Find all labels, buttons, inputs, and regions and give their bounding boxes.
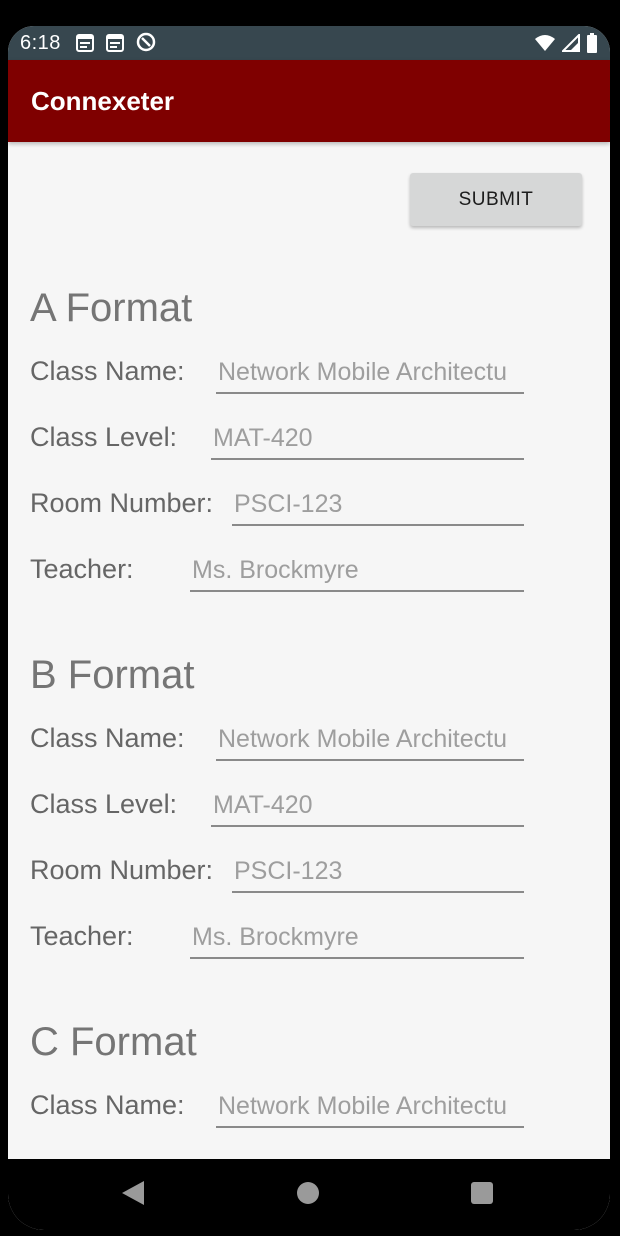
- class-level-placeholder: MAT-420: [213, 424, 313, 452]
- teacher-placeholder: Ms. Brockmyre: [192, 923, 359, 951]
- app-bar: Connexeter: [8, 60, 610, 142]
- room-number-input[interactable]: PSCI-123: [232, 857, 524, 893]
- battery-icon: [586, 33, 598, 59]
- room-number-row: Room Number: PSCI-123: [30, 855, 590, 905]
- section-title: B Format: [30, 653, 195, 697]
- wifi-icon: [534, 34, 556, 58]
- status-bar: 6:18: [8, 26, 610, 60]
- class-name-label: Class Name:: [30, 356, 185, 386]
- class-name-placeholder: Network Mobile Architectu: [218, 725, 508, 753]
- class-name-placeholder: Network Mobile Architectu: [218, 1092, 508, 1120]
- class-name-input[interactable]: Network Mobile Architectu: [216, 358, 524, 394]
- back-icon[interactable]: [122, 1181, 144, 1205]
- notification-icons: [76, 32, 156, 58]
- calendar-icon: [106, 32, 124, 58]
- teacher-label: Teacher:: [30, 921, 134, 951]
- class-level-input[interactable]: MAT-420: [211, 424, 524, 460]
- signal-icon: [560, 32, 580, 58]
- class-name-label: Class Name:: [30, 723, 185, 753]
- system-icons: [534, 32, 598, 59]
- phone-screen: 6:18 Connexeter SUBMIT A Format Class Na…: [8, 26, 610, 1230]
- teacher-input[interactable]: Ms. Brockmyre: [190, 923, 524, 959]
- teacher-row: Teacher: Ms. Brockmyre: [30, 921, 590, 971]
- submit-button[interactable]: SUBMIT: [410, 173, 582, 226]
- recents-icon[interactable]: [471, 1182, 493, 1204]
- form-content[interactable]: SUBMIT A Format Class Name: Network Mobi…: [8, 142, 610, 1159]
- class-name-row: Class Name: Network Mobile Architectu: [30, 356, 590, 406]
- class-name-input[interactable]: Network Mobile Architectu: [216, 725, 524, 761]
- room-number-row: Room Number: PSCI-123: [30, 488, 590, 538]
- section-title: A Format: [30, 286, 193, 330]
- navigation-bar: [8, 1159, 610, 1230]
- class-level-label: Class Level:: [30, 422, 178, 452]
- sync-icon: [136, 32, 156, 58]
- device-frame: 6:18 Connexeter SUBMIT A Format Class Na…: [0, 0, 620, 1236]
- class-name-placeholder: Network Mobile Architectu: [218, 358, 508, 386]
- class-level-row: Class Level: MAT-420: [30, 422, 590, 472]
- calendar-icon: [76, 32, 94, 58]
- room-number-input[interactable]: PSCI-123: [232, 490, 524, 526]
- class-name-row: Class Name: Network Mobile Architectu: [30, 723, 590, 773]
- teacher-input[interactable]: Ms. Brockmyre: [190, 556, 524, 592]
- class-level-input[interactable]: MAT-420: [211, 791, 524, 827]
- app-title: Connexeter: [31, 86, 175, 116]
- room-number-label: Room Number:: [30, 488, 214, 518]
- class-level-label: Class Level:: [30, 789, 178, 819]
- teacher-label: Teacher:: [30, 554, 134, 584]
- class-name-input[interactable]: Network Mobile Architectu: [216, 1092, 524, 1128]
- room-number-placeholder: PSCI-123: [234, 857, 343, 885]
- home-icon[interactable]: [297, 1182, 319, 1204]
- room-number-placeholder: PSCI-123: [234, 490, 343, 518]
- teacher-placeholder: Ms. Brockmyre: [192, 556, 359, 584]
- room-number-label: Room Number:: [30, 855, 214, 885]
- class-level-row: Class Level: MAT-420: [30, 789, 590, 839]
- section-title: C Format: [30, 1020, 197, 1064]
- teacher-row: Teacher: Ms. Brockmyre: [30, 554, 590, 604]
- status-time: 6:18: [20, 32, 61, 54]
- class-name-row: Class Name: Network Mobile Architectu: [30, 1090, 590, 1140]
- class-level-placeholder: MAT-420: [213, 791, 313, 819]
- class-name-label: Class Name:: [30, 1090, 185, 1120]
